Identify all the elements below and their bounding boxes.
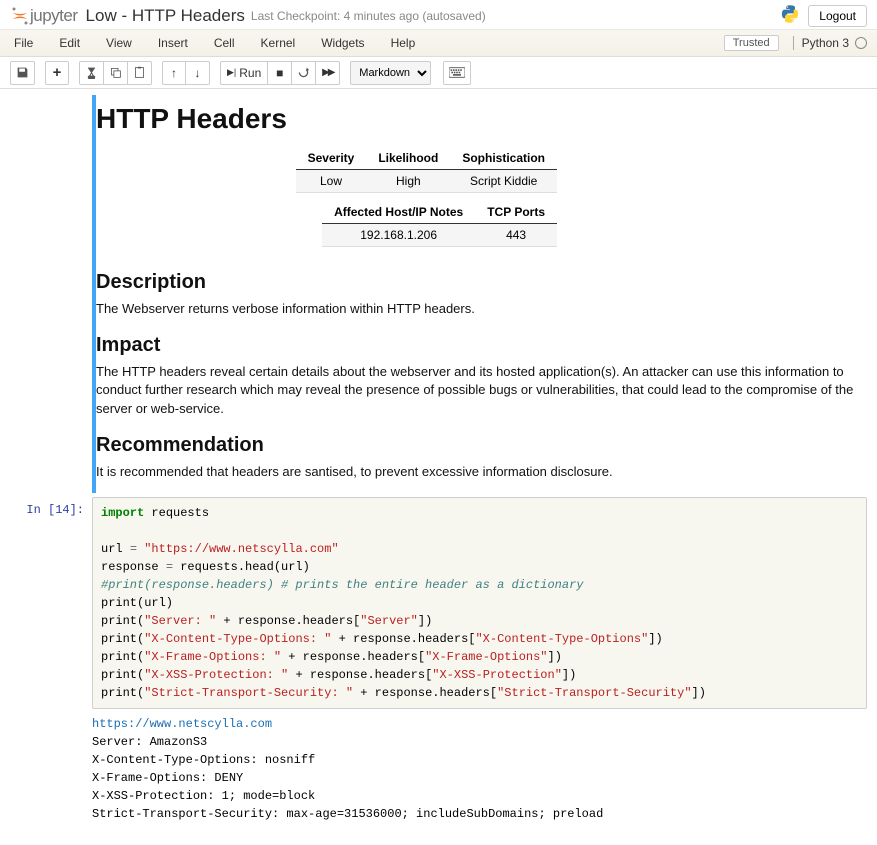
menu-insert[interactable]: Insert [154,31,192,55]
menu-file[interactable]: File [10,31,37,55]
heading-title: HTTP Headers [96,103,867,135]
th-likelihood: Likelihood [366,147,450,170]
td-host: 192.168.1.206 [322,224,475,247]
notebook-name[interactable]: Low - HTTP Headers [86,6,245,26]
kernel-indicator[interactable]: Python 3 [793,36,867,50]
input-prompt: In [14]: [0,497,92,823]
move-down-button[interactable]: ↓ [186,61,210,85]
prompt-empty [0,95,92,493]
code-output-area: https://www.netscylla.com Server: Amazon… [92,709,867,823]
output-line: X-Frame-Options: DENY [92,771,243,785]
text-recommendation: It is recommended that headers are santi… [96,463,867,481]
output-url: https://www.netscylla.com [92,717,272,731]
markdown-cell[interactable]: HTTP Headers Severity Likelihood Sophist… [0,93,877,495]
menu-edit[interactable]: Edit [55,31,84,55]
logout-button[interactable]: Logout [808,5,867,27]
interrupt-button[interactable]: ■ [268,61,292,85]
restart-run-all-button[interactable]: ▶▶ [316,61,340,85]
td-ports: 443 [475,224,557,247]
menu-help[interactable]: Help [387,31,420,55]
code-cell[interactable]: In [14]: import requests url = "https://… [0,495,877,825]
paste-button[interactable] [128,61,152,85]
th-severity: Severity [296,147,367,170]
td-likelihood: High [366,170,450,193]
host-table: Affected Host/IP Notes TCP Ports 192.168… [322,201,557,247]
move-up-button[interactable]: ↑ [162,61,186,85]
menu-widgets[interactable]: Widgets [317,31,368,55]
run-icon: ▶| [227,67,236,78]
jupyter-logo[interactable]: jupyter [10,6,78,26]
trusted-indicator[interactable]: Trusted [724,35,779,51]
command-palette-button[interactable] [443,61,471,85]
cell-type-select[interactable]: Markdown [350,61,431,85]
menu-view[interactable]: View [102,31,136,55]
copy-button[interactable] [104,61,128,85]
th-host: Affected Host/IP Notes [322,201,475,224]
heading-description: Description [96,271,867,294]
text-impact: The HTTP headers reveal certain details … [96,363,867,418]
menu-cell[interactable]: Cell [210,31,239,55]
heading-impact: Impact [96,334,867,357]
text-description: The Webserver returns verbose informatio… [96,300,867,318]
save-button[interactable] [10,61,35,85]
th-sophistication: Sophistication [450,147,557,170]
cut-button[interactable] [79,61,104,85]
add-cell-button[interactable]: + [45,61,69,85]
output-line: Strict-Transport-Security: max-age=31536… [92,807,603,821]
td-sophistication: Script Kiddie [450,170,557,193]
python-icon [780,4,800,27]
td-severity: Low [296,170,367,193]
restart-button[interactable] [292,61,316,85]
run-button[interactable]: ▶| Run [220,61,268,85]
output-line: X-Content-Type-Options: nosniff [92,753,315,767]
menu-kernel[interactable]: Kernel [257,31,300,55]
kernel-name: Python 3 [802,36,849,50]
severity-table: Severity Likelihood Sophistication Low H… [296,147,557,193]
checkpoint-status: Last Checkpoint: 4 minutes ago (autosave… [251,9,486,23]
kernel-status-icon [855,37,867,49]
run-label: Run [239,66,261,80]
output-line: Server: AmazonS3 [92,735,207,749]
th-ports: TCP Ports [475,201,557,224]
heading-recommendation: Recommendation [96,434,867,457]
logo-text: jupyter [30,6,78,26]
code-input-area[interactable]: import requests url = "https://www.netsc… [92,497,867,709]
output-line: X-XSS-Protection: 1; mode=block [92,789,315,803]
